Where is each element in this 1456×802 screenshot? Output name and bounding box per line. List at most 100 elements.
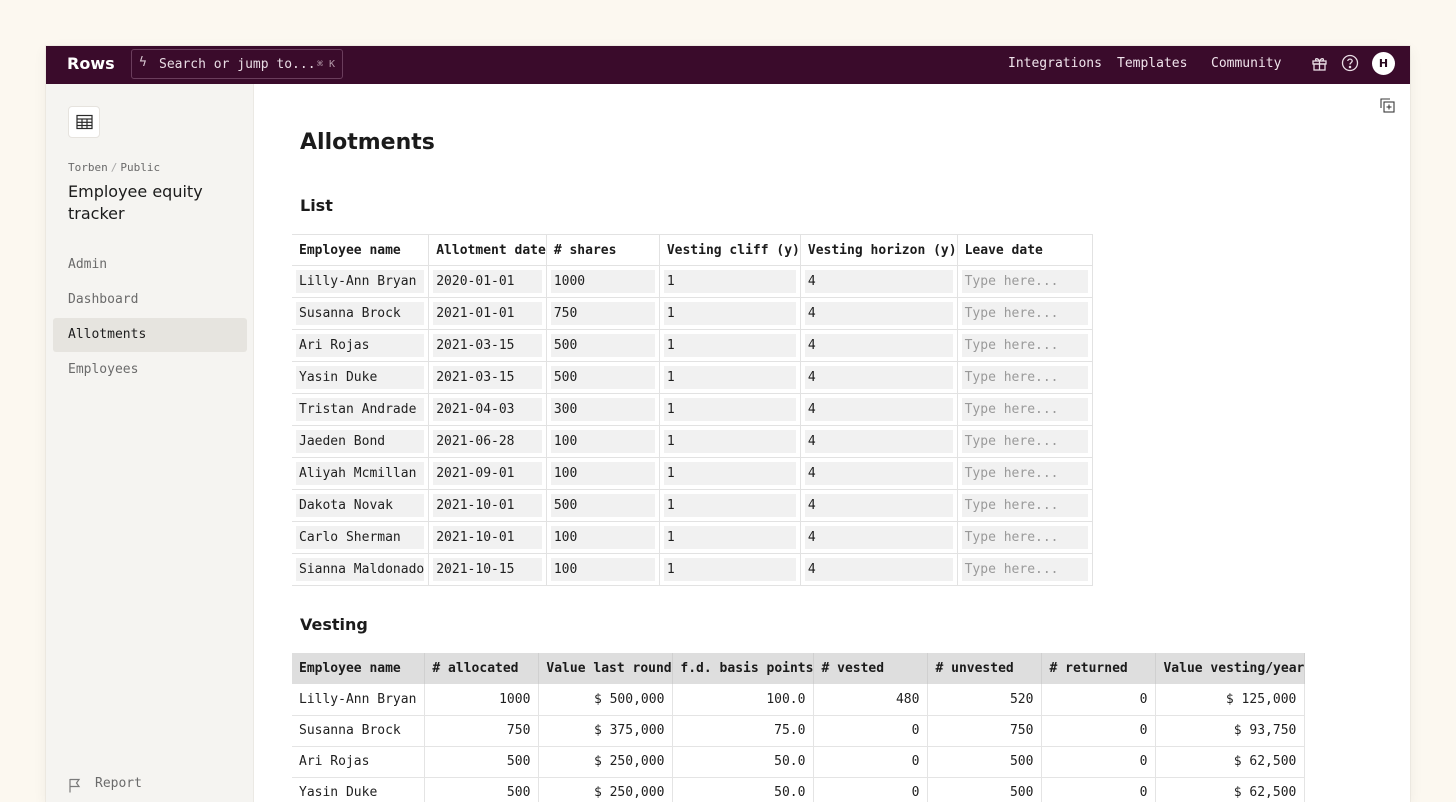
column-header[interactable]: # shares [546, 234, 660, 266]
table-cell[interactable]: 100 [546, 425, 660, 458]
table-cell[interactable]: 0 [1041, 777, 1157, 802]
table-cell[interactable]: 4 [800, 297, 958, 330]
table-cell[interactable]: 4 [800, 265, 958, 298]
gift-icon[interactable] [1311, 55, 1328, 72]
table-cell[interactable]: $ 93,750 [1155, 715, 1306, 747]
leave-date-input[interactable]: Type here... [957, 297, 1093, 330]
table-cell[interactable]: 500 [424, 777, 540, 802]
table-cell[interactable]: 750 [424, 715, 540, 747]
column-header[interactable]: Leave date [957, 234, 1093, 266]
table-cell[interactable]: 50.0 [672, 746, 815, 778]
table-cell[interactable]: 750 [927, 715, 1043, 747]
table-cell[interactable]: 520 [927, 684, 1043, 716]
leave-date-input[interactable]: Type here... [957, 361, 1093, 394]
table-cell[interactable]: 1000 [546, 265, 660, 298]
table-cell[interactable]: 480 [813, 684, 929, 716]
leave-date-input[interactable]: Type here... [957, 425, 1093, 458]
table-cell[interactable]: 500 [927, 746, 1043, 778]
table-cell[interactable]: Susanna Brock [292, 715, 426, 747]
table-cell[interactable]: 4 [800, 329, 958, 362]
table-cell[interactable]: Lilly-Ann Bryan [292, 684, 426, 716]
table-cell[interactable]: 4 [800, 521, 958, 554]
column-header[interactable]: Vesting cliff (y) [659, 234, 801, 266]
table-cell[interactable]: 2021-01-01 [428, 297, 547, 330]
table-cell[interactable]: 4 [800, 361, 958, 394]
table-cell[interactable]: Yasin Duke [292, 777, 426, 802]
leave-date-input[interactable]: Type here... [957, 521, 1093, 554]
table-cell[interactable]: Susanna Brock [292, 297, 430, 330]
table-cell[interactable]: Aliyah Mcmillan [292, 457, 430, 490]
breadcrumb-folder[interactable]: Public [120, 161, 160, 174]
table-cell[interactable]: 0 [1041, 715, 1157, 747]
table-cell[interactable]: $ 62,500 [1155, 746, 1306, 778]
table-cell[interactable]: Ari Rojas [292, 329, 430, 362]
table-cell[interactable]: 0 [813, 715, 929, 747]
sidebar-item-allotments[interactable]: Allotments [53, 318, 247, 352]
table-cell[interactable]: 100 [546, 521, 660, 554]
table-cell[interactable]: Carlo Sherman [292, 521, 430, 554]
table-cell[interactable]: 500 [424, 746, 540, 778]
table-cell[interactable]: 0 [813, 777, 929, 802]
table-cell[interactable]: 4 [800, 489, 958, 522]
nav-templates[interactable]: Templates [1117, 56, 1187, 71]
column-header[interactable]: Employee name [292, 653, 426, 684]
table-cell[interactable]: 4 [800, 425, 958, 458]
table-cell[interactable]: 0 [1041, 684, 1157, 716]
column-header[interactable]: Employee name [292, 234, 430, 266]
table-cell[interactable]: Tristan Andrade [292, 393, 430, 426]
table-cell[interactable]: 0 [1041, 746, 1157, 778]
help-icon[interactable] [1341, 54, 1359, 72]
table-cell[interactable]: 100 [546, 553, 660, 586]
column-header[interactable]: Vesting horizon (y) [800, 234, 958, 266]
table-cell[interactable]: 2021-10-01 [428, 521, 547, 554]
table-cell[interactable]: Dakota Novak [292, 489, 430, 522]
rows-logo[interactable]: Rows [67, 54, 115, 73]
table-cell[interactable]: 1 [659, 521, 801, 554]
table-cell[interactable]: $ 62,500 [1155, 777, 1306, 802]
table-cell[interactable]: 1 [659, 457, 801, 490]
leave-date-input[interactable]: Type here... [957, 553, 1093, 586]
column-header[interactable]: # vested [813, 653, 929, 684]
column-header[interactable]: # returned [1041, 653, 1157, 684]
leave-date-input[interactable]: Type here... [957, 457, 1093, 490]
table-cell[interactable]: 100.0 [672, 684, 815, 716]
leave-date-input[interactable]: Type here... [957, 393, 1093, 426]
breadcrumb-owner[interactable]: Torben [68, 161, 108, 174]
table-cell[interactable]: $ 250,000 [538, 777, 674, 802]
table-cell[interactable]: 500 [546, 361, 660, 394]
table-cell[interactable]: 300 [546, 393, 660, 426]
table-cell[interactable]: Lilly-Ann Bryan [292, 265, 430, 298]
table-cell[interactable]: 500 [927, 777, 1043, 802]
column-header[interactable]: Value vesting/year [1155, 653, 1306, 684]
table-cell[interactable]: 50.0 [672, 777, 815, 802]
doc-icon-box[interactable] [68, 106, 100, 138]
table-cell[interactable]: 1 [659, 425, 801, 458]
table-cell[interactable]: 2021-03-15 [428, 329, 547, 362]
table-cell[interactable]: 1 [659, 297, 801, 330]
table-cell[interactable]: Jaeden Bond [292, 425, 430, 458]
table-cell[interactable]: $ 500,000 [538, 684, 674, 716]
user-avatar[interactable]: H [1372, 52, 1395, 75]
column-header[interactable]: Allotment date [428, 234, 547, 266]
column-header[interactable]: # allocated [424, 653, 540, 684]
nav-community[interactable]: Community [1211, 56, 1281, 71]
table-cell[interactable]: 2021-10-15 [428, 553, 547, 586]
table-cell[interactable]: 750 [546, 297, 660, 330]
table-cell[interactable]: 500 [546, 329, 660, 362]
sidebar-item-dashboard[interactable]: Dashboard [53, 283, 247, 317]
table-cell[interactable]: Sianna Maldonado [292, 553, 430, 586]
sidebar-item-admin[interactable]: Admin [53, 248, 247, 282]
table-cell[interactable]: 1 [659, 489, 801, 522]
table-cell[interactable]: 2020-01-01 [428, 265, 547, 298]
column-header[interactable]: Value last round [538, 653, 674, 684]
table-cell[interactable]: Ari Rojas [292, 746, 426, 778]
leave-date-input[interactable]: Type here... [957, 265, 1093, 298]
duplicate-icon[interactable] [1380, 98, 1395, 113]
table-cell[interactable]: 75.0 [672, 715, 815, 747]
column-header[interactable]: # unvested [927, 653, 1043, 684]
leave-date-input[interactable]: Type here... [957, 329, 1093, 362]
table-cell[interactable]: 4 [800, 457, 958, 490]
table-cell[interactable]: 1 [659, 265, 801, 298]
table-cell[interactable]: 2021-10-01 [428, 489, 547, 522]
search-box[interactable]: ϟ Search or jump to... ⌘ K [131, 49, 343, 79]
